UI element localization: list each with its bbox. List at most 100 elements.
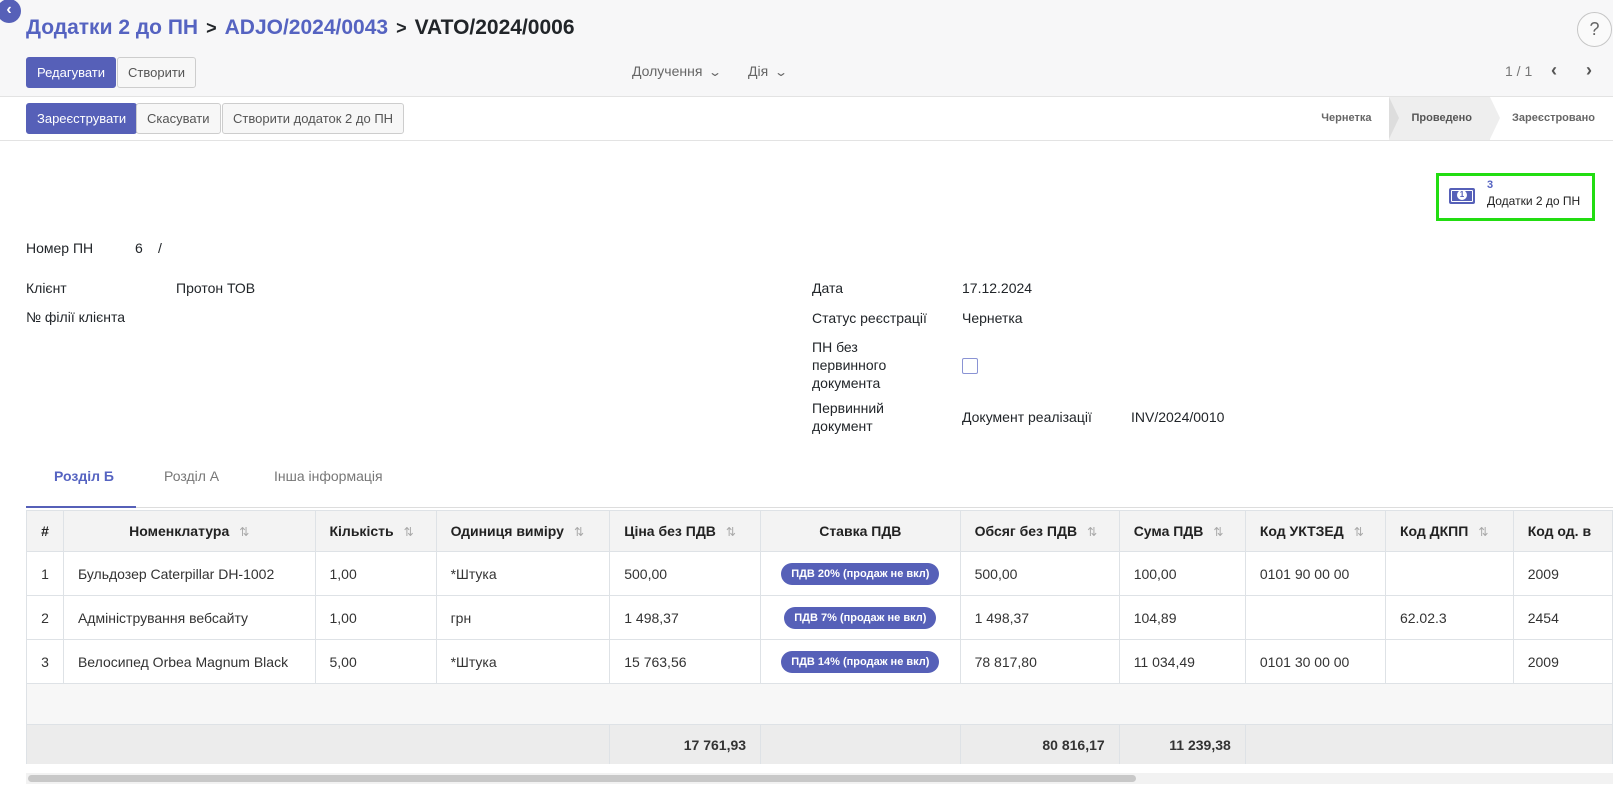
column-header-product[interactable]: Номенклатура ⇅ <box>62 510 316 552</box>
cell-uom[interactable]: грн <box>435 595 611 640</box>
action-dropdown-label: Дія <box>748 63 769 79</box>
chevron-down-icon: ⌄ <box>708 65 723 79</box>
tab-other-info[interactable]: Інша інформація <box>274 468 383 484</box>
column-header-uom-code[interactable]: Код од. в <box>1512 510 1613 552</box>
cell-dkpp[interactable]: 62.02.3 <box>1384 595 1514 640</box>
cell-quantity[interactable]: 1,00 <box>314 595 437 640</box>
total-amount: 80 816,17 <box>959 724 1120 764</box>
cell-product[interactable]: Адміністрування вебсайту <box>62 595 316 640</box>
date-value: 17.12.2024 <box>962 280 1033 296</box>
no-primary-doc-checkbox[interactable] <box>962 358 978 374</box>
column-header-label: Ставка ПДВ <box>819 523 902 539</box>
cell-amount: 1 498,37 <box>959 595 1120 640</box>
cell-dkpp[interactable] <box>1384 639 1514 684</box>
cell-vat-rate[interactable]: ПДВ 20% (продаж не вкл) <box>760 551 961 596</box>
help-icon[interactable]: ? <box>1577 12 1612 47</box>
cell-price[interactable]: 500,00 <box>609 551 762 596</box>
chevron-right-icon: > <box>396 18 407 38</box>
tab-section-a[interactable]: Розділ А <box>164 468 219 484</box>
sort-icon[interactable]: ⇅ <box>726 525 736 539</box>
cell-product[interactable]: Велосипед Orbea Magnum Black <box>62 639 316 684</box>
cell-uom[interactable]: *Штука <box>435 551 611 596</box>
status-value: Чернетка <box>962 310 1023 326</box>
pager-value[interactable]: 1 / 1 <box>1505 63 1532 79</box>
table-row[interactable]: 1 Бульдозер Caterpillar DH-1002 1,00 *Шт… <box>26 551 1613 596</box>
column-header-label: Одиниця виміру <box>450 523 564 539</box>
cell-uktzed[interactable] <box>1244 595 1386 640</box>
cell-dkpp[interactable] <box>1384 551 1514 596</box>
column-header-vat-rate[interactable]: Ставка ПДВ <box>760 510 961 552</box>
cell-index: 3 <box>26 639 64 684</box>
cell-uom-code[interactable]: 2454 <box>1512 595 1613 640</box>
breadcrumb-link-addenda[interactable]: Додатки 2 до ПН <box>26 16 198 39</box>
column-header-uom[interactable]: Одиниця виміру ⇅ <box>435 510 611 552</box>
attachments-dropdown[interactable]: Долучення ⌄ <box>632 63 723 79</box>
cell-uom-code[interactable]: 2009 <box>1512 551 1613 596</box>
column-header-label: Код ДКПП <box>1399 523 1469 539</box>
pager-previous-icon[interactable]: ‹ <box>1551 60 1557 81</box>
sort-icon[interactable]: ⇅ <box>574 525 584 539</box>
number-separator: / <box>158 240 162 256</box>
cell-quantity[interactable]: 1,00 <box>314 551 437 596</box>
breadcrumb-current: VATO/2024/0006 <box>414 16 575 39</box>
sort-icon[interactable]: ⇅ <box>1478 525 1488 539</box>
tabs-divider <box>26 507 1613 508</box>
horizontal-scrollbar[interactable] <box>28 775 1136 782</box>
cell-uom[interactable]: *Штука <box>435 639 611 684</box>
cell-vat: 11 034,49 <box>1118 639 1246 684</box>
column-header-label: Кількість <box>329 523 394 539</box>
cell-vat-rate[interactable]: ПДВ 7% (продаж не вкл) <box>760 595 961 640</box>
pager-next-icon[interactable]: › <box>1586 60 1592 81</box>
create-addendum-button[interactable]: Створити додаток 2 до ПН <box>222 103 405 134</box>
breadcrumb-link-adjo[interactable]: ADJO/2024/0043 <box>225 16 388 39</box>
column-header-label: Сума ПДВ <box>1133 523 1204 539</box>
cell-product[interactable]: Бульдозер Caterpillar DH-1002 <box>62 551 316 596</box>
column-header-uktzed[interactable]: Код УКТЗЕД ⇅ <box>1244 510 1386 552</box>
action-dropdown[interactable]: Дія ⌄ <box>748 63 788 79</box>
lines-table: # Номенклатура ⇅ Кількість ⇅ Одиниця вимір… <box>26 510 1613 764</box>
cell-price[interactable]: 15 763,56 <box>609 639 762 684</box>
sort-icon[interactable]: ⇅ <box>404 525 414 539</box>
column-header-vat[interactable]: Сума ПДВ ⇅ <box>1118 510 1246 552</box>
sort-icon[interactable]: ⇅ <box>1087 525 1097 539</box>
column-header-amount[interactable]: Обсяг без ПДВ ⇅ <box>959 510 1120 552</box>
primary-doc-type[interactable]: Документ реалізації <box>962 409 1092 425</box>
column-header-label: Номенклатура <box>129 523 230 539</box>
cell-uktzed[interactable]: 0101 90 00 00 <box>1244 551 1386 596</box>
table-row[interactable]: 2 Адміністрування вебсайту 1,00 грн 1 49… <box>26 595 1613 640</box>
column-header-quantity[interactable]: Кількість ⇅ <box>314 510 437 552</box>
cell-vat-rate[interactable]: ПДВ 14% (продаж не вкл) <box>760 639 961 684</box>
cell-uom-code[interactable]: 2009 <box>1512 639 1613 684</box>
totals-spacer <box>1244 724 1613 764</box>
client-label: Клієнт <box>26 280 67 296</box>
attachments-dropdown-label: Долучення <box>632 63 703 79</box>
addenda-count: 3 <box>1487 179 1494 191</box>
cell-amount: 78 817,80 <box>959 639 1120 684</box>
register-button[interactable]: Зареєструвати <box>26 103 138 134</box>
cancel-button[interactable]: Скасувати <box>136 103 221 134</box>
client-link[interactable]: Протон ТОВ <box>176 280 255 296</box>
sort-icon[interactable]: ⇅ <box>1213 525 1223 539</box>
addenda-smart-button[interactable]: 3 Додатки 2 до ПН <box>1436 173 1595 221</box>
create-button[interactable]: Створити <box>117 57 197 88</box>
column-header-price[interactable]: Ціна без ПДВ ⇅ <box>609 510 762 552</box>
edit-button[interactable]: Редагувати <box>26 57 117 88</box>
primary-doc-link[interactable]: INV/2024/0010 <box>1131 409 1224 425</box>
tab-section-b[interactable]: Розділ Б <box>54 468 114 484</box>
cell-quantity[interactable]: 5,00 <box>314 639 437 684</box>
cell-uktzed[interactable]: 0101 30 00 00 <box>1244 639 1386 684</box>
stage-posted[interactable]: Проведено <box>1389 97 1500 140</box>
stage-registered[interactable]: Зареєстровано <box>1490 97 1613 140</box>
column-header-dkpp[interactable]: Код ДКПП ⇅ <box>1384 510 1514 552</box>
no-primary-doc-label-line1: ПН без <box>812 339 858 355</box>
table-row[interactable]: 3 Велосипед Orbea Magnum Black 5,00 *Шту… <box>26 639 1613 684</box>
stage-draft[interactable]: Чернетка <box>1299 97 1400 140</box>
sort-icon[interactable]: ⇅ <box>1354 525 1364 539</box>
total-price: 17 761,93 <box>609 724 762 764</box>
sort-icon[interactable]: ⇅ <box>239 525 249 539</box>
primary-doc-label-line1: Первинний <box>812 400 884 416</box>
total-vat: 11 239,38 <box>1118 724 1246 764</box>
column-header-label: Код од. в <box>1527 523 1592 539</box>
cell-price[interactable]: 1 498,37 <box>609 595 762 640</box>
primary-doc-label-line2: документ <box>812 418 873 434</box>
